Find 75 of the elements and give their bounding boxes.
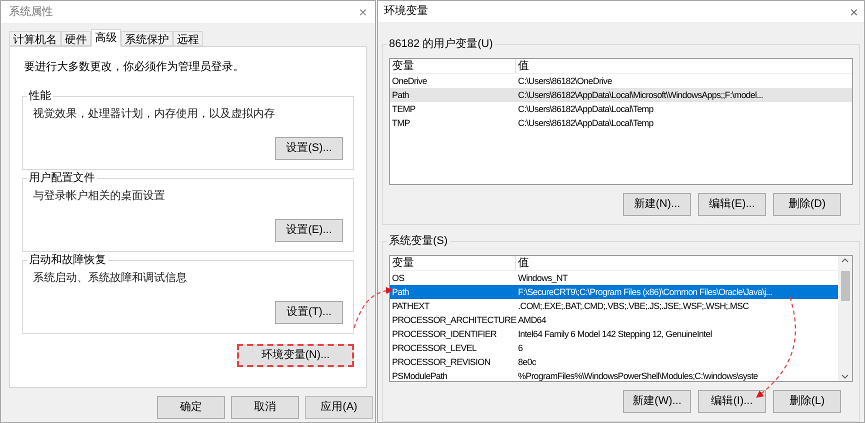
scrollbar-thumb[interactable]: [840, 271, 850, 301]
window-title: 环境变量: [384, 4, 428, 20]
column-header[interactable]: 变量: [390, 59, 516, 73]
scroll-up-icon[interactable]: [841, 258, 849, 263]
tab[interactable]: 硬件: [61, 31, 91, 46]
window-title: 系统属性: [9, 4, 53, 20]
variable-row[interactable]: PATHEXT .COM;.EXE;.BAT;.CMD;.VBS;.VBE;.JS;.JSE;.WSF;.WSH;.MSC: [390, 299, 838, 313]
variable-name: PROCESSOR_IDENTIFIER: [391, 328, 498, 341]
variable-value: Windows_NT: [517, 272, 568, 285]
group-title: 启动和故障恢复: [27, 252, 108, 266]
variable-value: C:\Users\86182\AppData\Local\Microsoft\WindowsApps;;F:\model...: [517, 89, 763, 102]
variable-name: PROCESSOR_ARCHITECTURE: [391, 314, 516, 327]
list-action-button[interactable]: 新建(W)...: [623, 390, 691, 413]
admin-note: 要进行大多数更改，你必须作为管理员登录。: [23, 60, 245, 75]
variable-name: PSModulePath: [391, 370, 448, 381]
variable-value: .COM;.EXE;.BAT;.CMD;.VBS;.VBE;.JS;.JSE;.WSF;.WSH;.MSC: [517, 300, 749, 313]
variable-row[interactable]: TMP C:\Users\86182\AppData\Local\Temp: [390, 116, 852, 130]
scrollbar[interactable]: [838, 256, 852, 381]
variable-name: Path: [391, 286, 410, 299]
variable-value: F:\SecureCRT9\;C:\Program Files (x86)\Common Files\Oracle\Java\j...: [517, 286, 772, 299]
variable-name: TEMP: [391, 103, 416, 116]
variable-name: PROCESSOR_REVISION: [391, 356, 492, 369]
list-action-button[interactable]: 删除(D): [773, 193, 841, 216]
settings-button[interactable]: 设置(T)...: [275, 300, 343, 324]
variable-name: PATHEXT: [391, 300, 430, 313]
variable-row[interactable]: PROCESSOR_IDENTIFIER Intel64 Family 6 Model 142 Stepping 12, GenuineIntel: [390, 327, 838, 341]
variable-row[interactable]: PROCESSOR_ARCHITECTURE AMD64: [390, 313, 838, 327]
variable-name: TMP: [391, 117, 411, 130]
variable-value: C:\Users\86182\OneDrive: [517, 75, 612, 88]
close-button[interactable]: ×: [850, 4, 858, 18]
dialog-button[interactable]: 取消: [231, 396, 299, 419]
tab[interactable]: 系统保护: [121, 31, 173, 46]
close-button[interactable]: ×: [358, 5, 367, 19]
environment-variables-button[interactable]: 环境变量(N)...: [237, 344, 354, 366]
group-description: 与登录帐户相关的桌面设置: [33, 188, 166, 202]
group-title: 用户配置文件: [27, 170, 97, 184]
column-header[interactable]: 值: [516, 59, 852, 73]
variable-value: C:\Users\86182\AppData\Local\Temp: [517, 117, 654, 130]
variable-value: 8e0c: [517, 356, 536, 369]
column-header[interactable]: 变量: [390, 256, 516, 270]
tab[interactable]: 远程: [173, 31, 203, 46]
group-title: 性能: [27, 88, 53, 102]
settings-button[interactable]: 设置(S)...: [275, 136, 343, 160]
section-title: 系统变量(S): [387, 234, 450, 248]
list-action-button[interactable]: 编辑(I)...: [698, 390, 766, 413]
scroll-down-icon[interactable]: [841, 374, 849, 379]
variable-row[interactable]: Path F:\SecureCRT9\;C:\Program Files (x86)\Common Files\Oracle\Java\j...: [390, 285, 838, 299]
column-header[interactable]: 值: [516, 256, 838, 270]
variable-row[interactable]: Path C:\Users\86182\AppData\Local\Microsoft\WindowsApps;;F:\model...: [390, 88, 852, 102]
variable-value: AMD64: [517, 314, 546, 327]
section-title: 86182 的用户变量(U): [387, 37, 495, 51]
variable-row[interactable]: OneDrive C:\Users\86182\OneDrive: [390, 74, 852, 88]
variable-value: C:\Users\86182\AppData\Local\Temp: [517, 103, 654, 116]
variable-name: PROCESSOR_LEVEL: [391, 342, 478, 355]
variable-row[interactable]: OS Windows_NT: [390, 271, 838, 285]
variable-row[interactable]: PROCESSOR_LEVEL 6: [390, 341, 838, 355]
list-action-button[interactable]: 新建(N)...: [623, 193, 691, 216]
variable-value: %ProgramFiles%\WindowsPowerShell\Modules;C:\windows\syste: [517, 370, 758, 381]
variable-row[interactable]: TEMP C:\Users\86182\AppData\Local\Temp: [390, 102, 852, 116]
dialog-button[interactable]: 确定: [157, 396, 225, 419]
list-action-button[interactable]: 删除(L): [773, 390, 841, 413]
annotation-arrow: [353, 287, 394, 328]
variable-name: Path: [391, 89, 410, 102]
variable-name: OneDrive: [391, 75, 428, 88]
variable-name: OS: [391, 272, 406, 285]
tab[interactable]: 高级: [91, 29, 121, 47]
variable-row[interactable]: PSModulePath %ProgramFiles%\WindowsPowerShell\Modules;C:\windows\syste: [390, 369, 838, 381]
tab[interactable]: 计算机名: [9, 31, 61, 46]
variable-value: 6: [517, 342, 523, 355]
group-description: 系统启动、系统故障和调试信息: [33, 270, 188, 284]
settings-button[interactable]: 设置(E)...: [275, 218, 343, 242]
list-action-button[interactable]: 编辑(E)...: [698, 193, 766, 216]
variable-row[interactable]: PROCESSOR_REVISION 8e0c: [390, 355, 838, 369]
group-description: 视觉效果，处理器计划，内存使用，以及虚拟内存: [33, 106, 276, 120]
variable-value: Intel64 Family 6 Model 142 Stepping 12, GenuineIntel: [517, 328, 712, 341]
